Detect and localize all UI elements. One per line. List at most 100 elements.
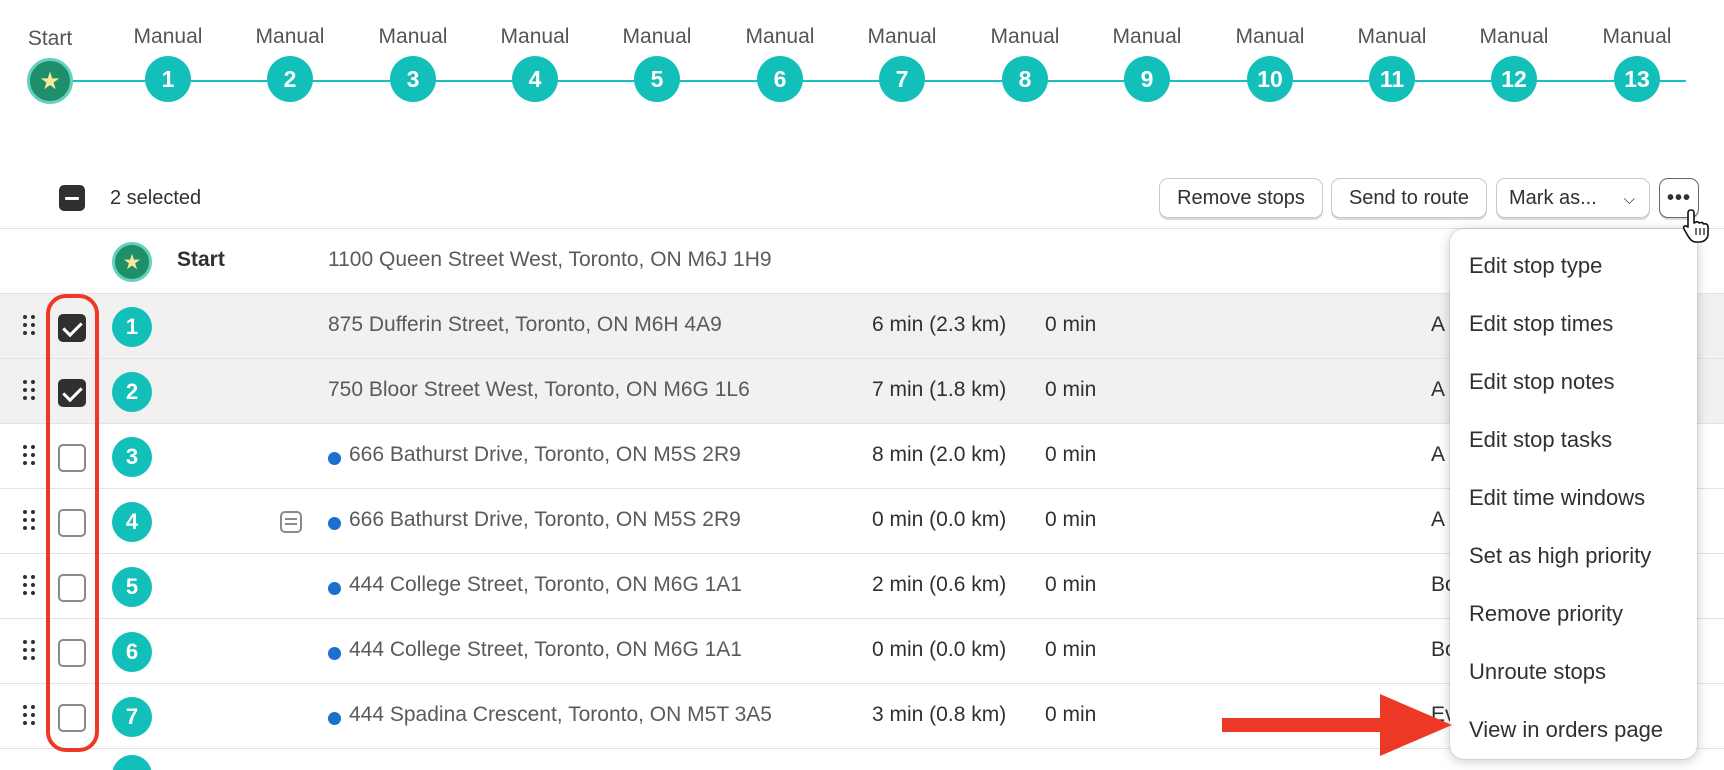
timeline-stop-label: Manual: [1602, 25, 1672, 48]
stop-extra-info: A: [1431, 313, 1446, 336]
bulk-action-bar: 2 selected Remove stops Send to route Ma…: [0, 175, 1724, 229]
timeline-stop-badge: 2: [267, 56, 313, 102]
timeline-stop-badge: 1: [145, 56, 191, 102]
service-time: 0 min: [1045, 313, 1097, 336]
stop-address: 750 Bloor Street West, Toronto, ON M6G 1…: [328, 378, 750, 401]
drag-handle-icon[interactable]: [23, 510, 37, 532]
stop-address: 666 Bathurst Drive, Toronto, ON M5S 2R9: [349, 508, 741, 531]
stop-extra-info: A: [1431, 443, 1446, 466]
timeline-stop-label: Manual: [1479, 25, 1549, 48]
drive-time: 7 min (1.8 km): [872, 378, 1007, 401]
stop-badge: 3: [112, 437, 152, 477]
stop-address: 1100 Queen Street West, Toronto, ON M6J …: [328, 248, 772, 271]
location-dot-icon: [328, 452, 341, 465]
more-actions-menu: Edit stop type Edit stop times Edit stop n…: [1450, 229, 1697, 759]
stop-label: Start: [177, 248, 225, 271]
timeline-stop-label: Manual: [133, 25, 203, 48]
send-to-route-button[interactable]: Send to route: [1331, 178, 1487, 218]
timeline-stop[interactable]: Manual 9: [1092, 22, 1202, 102]
selected-count: 2 selected: [110, 187, 202, 209]
drive-time: 3 min (0.8 km): [872, 703, 1007, 726]
star-icon: ★: [39, 68, 61, 95]
arrow-right-icon: [1222, 694, 1452, 756]
location-dot-icon: [328, 712, 341, 725]
service-time: 0 min: [1045, 508, 1097, 531]
timeline-stop[interactable]: Manual 3: [358, 22, 468, 102]
timeline-stop-label: Start: [27, 27, 73, 50]
location-dot-icon: [328, 517, 341, 530]
select-all-checkbox[interactable]: [59, 185, 85, 211]
timeline-stop[interactable]: Manual 2: [235, 22, 345, 102]
drag-handle-icon[interactable]: [23, 315, 37, 337]
note-icon[interactable]: [280, 511, 302, 533]
timeline-stop-label: Manual: [867, 25, 937, 48]
stop-badge: 4: [112, 502, 152, 542]
drive-time: 2 min (0.6 km): [872, 573, 1007, 596]
drive-time: 0 min (0.0 km): [872, 508, 1007, 531]
timeline-stop-badge: 10: [1247, 56, 1293, 102]
timeline-stop-badge: 13: [1614, 56, 1660, 102]
menu-item-unroute-stops[interactable]: Unroute stops: [1450, 643, 1697, 701]
timeline-stop-badge: 12: [1491, 56, 1537, 102]
drag-handle-icon[interactable]: [23, 640, 37, 662]
menu-item-edit-stop-notes[interactable]: Edit stop notes: [1450, 353, 1697, 411]
stop-extra-info: Bo: [1431, 638, 1451, 661]
drag-handle-icon[interactable]: [23, 705, 37, 727]
timeline-stop-label: Manual: [990, 25, 1060, 48]
start-badge: ★: [112, 242, 152, 282]
timeline-stop-label: Manual: [1357, 25, 1427, 48]
timeline-stop-badge: 8: [1002, 56, 1048, 102]
location-dot-icon: [328, 647, 341, 660]
service-time: 0 min: [1045, 443, 1097, 466]
timeline-stop[interactable]: Manual 7: [847, 22, 957, 102]
timeline-stop-badge: 9: [1124, 56, 1170, 102]
stop-badge: 7: [112, 697, 152, 737]
drive-time: 6 min (2.3 km): [872, 313, 1007, 336]
menu-item-view-in-orders-page[interactable]: View in orders page: [1450, 701, 1697, 759]
mark-as-button[interactable]: Mark as... ⌵: [1496, 178, 1650, 218]
stop-badge: 6: [112, 632, 152, 672]
timeline-stop[interactable]: Manual 8: [970, 22, 1080, 102]
timeline-stop-badge: 5: [634, 56, 680, 102]
timeline-stop-label: Manual: [255, 25, 325, 48]
stop-address: 875 Dufferin Street, Toronto, ON M6H 4A9: [328, 313, 722, 336]
timeline-stop-label: Manual: [1235, 25, 1305, 48]
stop-address: 444 Spadina Crescent, Toronto, ON M5T 3A…: [349, 703, 772, 726]
stop-address: 444 College Street, Toronto, ON M6G 1A1: [349, 573, 742, 596]
timeline-stop-label: Manual: [1112, 25, 1182, 48]
timeline-stop[interactable]: Manual 1: [113, 22, 223, 102]
timeline-stop-badge: 11: [1369, 56, 1415, 102]
menu-item-remove-priority[interactable]: Remove priority: [1450, 585, 1697, 643]
service-time: 0 min: [1045, 573, 1097, 596]
stop-badge: 1: [112, 307, 152, 347]
timeline-stop[interactable]: Manual 11: [1337, 22, 1447, 102]
timeline-stop[interactable]: Manual 10: [1215, 22, 1325, 102]
timeline-stop[interactable]: Manual 5: [602, 22, 712, 102]
menu-item-set-as-high-priority[interactable]: Set as high priority: [1450, 527, 1697, 585]
star-icon: ★: [122, 251, 142, 274]
mark-as-label: Mark as...: [1509, 186, 1597, 209]
menu-item-edit-stop-type[interactable]: Edit stop type: [1450, 237, 1697, 295]
menu-item-edit-stop-tasks[interactable]: Edit stop tasks: [1450, 411, 1697, 469]
drag-handle-icon[interactable]: [23, 575, 37, 597]
stop-extra-info: A: [1431, 378, 1446, 401]
drive-time: 0 min (0.0 km): [872, 638, 1007, 661]
menu-item-edit-stop-times[interactable]: Edit stop times: [1450, 295, 1697, 353]
timeline-start[interactable]: Start ★: [0, 24, 105, 104]
drag-handle-icon[interactable]: [23, 380, 37, 402]
timeline-stop[interactable]: Manual 4: [480, 22, 590, 102]
timeline-stop-badge: 7: [879, 56, 925, 102]
menu-item-edit-time-windows[interactable]: Edit time windows: [1450, 469, 1697, 527]
drag-handle-icon[interactable]: [23, 445, 37, 467]
service-time: 0 min: [1045, 703, 1097, 726]
remove-stops-button[interactable]: Remove stops: [1159, 178, 1323, 218]
timeline-stop[interactable]: Manual 13: [1582, 22, 1692, 102]
timeline-stop-label: Manual: [500, 25, 570, 48]
chevron-down-icon: ⌵: [1623, 191, 1635, 208]
stop-badge: 5: [112, 567, 152, 607]
stop-badge: [112, 755, 152, 770]
stop-address: 444 College Street, Toronto, ON M6G 1A1: [349, 638, 742, 661]
stop-extra-info: A: [1431, 508, 1446, 531]
timeline-stop[interactable]: Manual 6: [725, 22, 835, 102]
timeline-stop[interactable]: Manual 12: [1459, 22, 1569, 102]
